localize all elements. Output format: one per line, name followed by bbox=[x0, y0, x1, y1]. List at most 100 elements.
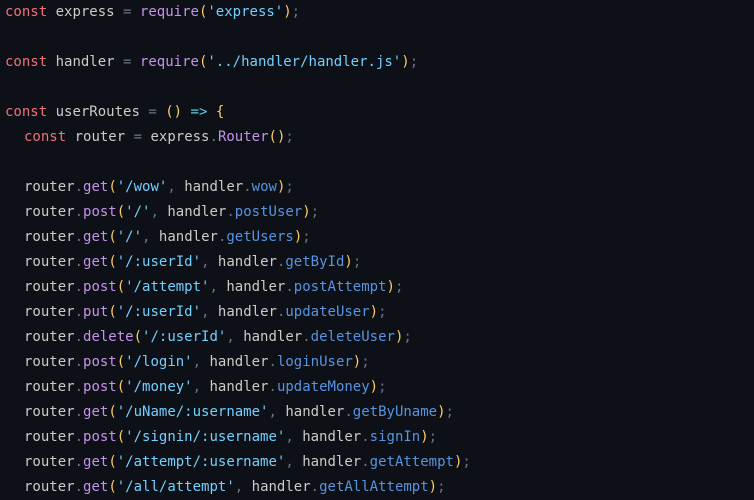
code-token-string: '../handler/handler.js' bbox=[207, 54, 402, 70]
code-token-arrow: => bbox=[190, 104, 208, 120]
code-token-identifier: router bbox=[24, 454, 75, 470]
code-token-paren: ) bbox=[437, 404, 446, 420]
code-line[interactable] bbox=[0, 150, 754, 175]
code-token-paren: ) bbox=[352, 354, 362, 370]
code-editor-pane[interactable]: const express = require('express'); cons… bbox=[0, 0, 754, 500]
code-token-identifier: router bbox=[24, 404, 75, 420]
code-token-string: '/:userId' bbox=[116, 304, 202, 320]
code-token-function: get bbox=[83, 479, 109, 495]
code-token-punctuation: . bbox=[74, 329, 84, 345]
code-token-identifier: handler bbox=[184, 179, 244, 195]
code-line[interactable]: router.get('/:userId', handler.getById); bbox=[0, 250, 754, 275]
code-token-paren: ) bbox=[386, 279, 395, 295]
code-token-function: post bbox=[83, 429, 117, 445]
code-line[interactable] bbox=[0, 25, 754, 50]
code-token-punctuation: . bbox=[310, 479, 320, 495]
code-token-punctuation: . bbox=[361, 454, 370, 470]
code-line[interactable]: router.post('/money', handler.updateMone… bbox=[0, 375, 754, 400]
code-line[interactable]: router.get('/all/attempt', handler.getAl… bbox=[0, 475, 754, 500]
code-token-identifier: handler bbox=[217, 254, 277, 270]
code-token-string: '/all/attempt' bbox=[116, 479, 235, 495]
code-line[interactable] bbox=[0, 75, 754, 100]
code-token-paren: { bbox=[215, 104, 225, 120]
code-token-identifier: handler bbox=[302, 429, 362, 445]
code-token-punctuation: ; bbox=[378, 304, 387, 320]
code-token-identifier: router bbox=[24, 329, 75, 345]
code-token-identifier: router bbox=[74, 129, 126, 145]
code-token-paren: ( bbox=[116, 279, 126, 295]
code-line[interactable]: router.post('/signin/:username', handler… bbox=[0, 425, 754, 450]
code-token-function: post bbox=[83, 354, 117, 370]
code-token-punctuation: , bbox=[192, 379, 202, 395]
code-token-punctuation: . bbox=[74, 304, 84, 320]
code-line[interactable]: router.post('/', handler.postUser); bbox=[0, 200, 754, 225]
code-token-paren: ( bbox=[108, 404, 117, 420]
code-token-punctuation: . bbox=[74, 429, 84, 445]
code-token-punctuation: . bbox=[74, 404, 84, 420]
code-token-string: '/:userId' bbox=[142, 329, 227, 345]
code-token-string: 'express' bbox=[207, 4, 284, 20]
code-line[interactable]: router.delete('/:userId', handler.delete… bbox=[0, 325, 754, 350]
code-token-identifier: handler bbox=[209, 354, 269, 370]
code-token-punctuation: , bbox=[268, 404, 277, 420]
code-token-identifier: express bbox=[150, 129, 210, 145]
code-token-paren: ( bbox=[108, 454, 117, 470]
code-token-keyword: const bbox=[24, 129, 67, 145]
code-token-keyword: const bbox=[5, 4, 48, 20]
code-token-method: wow bbox=[251, 179, 277, 195]
code-token-string: '/attempt/:username' bbox=[116, 454, 286, 470]
code-token-identifier: router bbox=[24, 279, 75, 295]
code-token-function: delete bbox=[83, 329, 134, 345]
code-token-paren: ) bbox=[283, 4, 292, 20]
code-token-string: '/login' bbox=[125, 354, 193, 370]
code-token-identifier: router bbox=[24, 229, 75, 245]
code-token-method: postUser bbox=[234, 204, 303, 220]
code-token-punctuation: . bbox=[268, 379, 277, 395]
code-line[interactable]: router.get('/uName/:username', handler.g… bbox=[0, 400, 754, 425]
code-token-paren: ( bbox=[108, 229, 117, 245]
code-token-identifier: router bbox=[24, 429, 75, 445]
code-token-string: '/' bbox=[116, 229, 143, 245]
code-token-string: '/money' bbox=[125, 379, 193, 395]
code-token-paren: ) bbox=[369, 379, 379, 395]
code-line[interactable]: router.post('/attempt', handler.postAtte… bbox=[0, 275, 754, 300]
code-token-string: '/:userId' bbox=[116, 254, 202, 270]
code-token-punctuation: , bbox=[167, 179, 176, 195]
code-line[interactable]: router.post('/login', handler.loginUser)… bbox=[0, 350, 754, 375]
code-token-paren: ) bbox=[302, 204, 311, 220]
code-token-paren: ( bbox=[108, 304, 117, 320]
code-token-function: post bbox=[83, 379, 117, 395]
code-token-keyword: const bbox=[5, 54, 48, 70]
code-token-string: '/signin/:username' bbox=[125, 429, 286, 445]
code-line[interactable]: router.get('/attempt/:username', handler… bbox=[0, 450, 754, 475]
code-token-punctuation: . bbox=[74, 254, 84, 270]
code-line[interactable]: router.get('/', handler.getUsers); bbox=[0, 225, 754, 250]
code-line[interactable]: const handler = require('../handler/hand… bbox=[0, 50, 754, 75]
code-line[interactable]: router.put('/:userId', handler.updateUse… bbox=[0, 300, 754, 325]
code-token-function: get bbox=[83, 454, 109, 470]
code-token-paren: ( bbox=[133, 329, 143, 345]
code-token-function: get bbox=[83, 229, 109, 245]
code-token-punctuation: . bbox=[344, 404, 353, 420]
code-token-punctuation: ; bbox=[361, 354, 370, 370]
code-line[interactable]: const express = require('express'); bbox=[0, 0, 754, 25]
code-line[interactable]: router.get('/wow', handler.wow); bbox=[0, 175, 754, 200]
code-token-punctuation: ; bbox=[285, 179, 294, 195]
code-line[interactable]: const userRoutes = () => { bbox=[0, 100, 754, 125]
code-token-punctuation: . bbox=[74, 379, 84, 395]
code-token-paren: ) bbox=[293, 229, 303, 245]
code-token-punctuation: , bbox=[209, 279, 218, 295]
code-token-punctuation: ; bbox=[428, 429, 438, 445]
code-token-paren: ( bbox=[165, 104, 174, 120]
code-line[interactable]: const router = express.Router(); bbox=[0, 125, 754, 150]
code-token-identifier: handler bbox=[285, 404, 345, 420]
